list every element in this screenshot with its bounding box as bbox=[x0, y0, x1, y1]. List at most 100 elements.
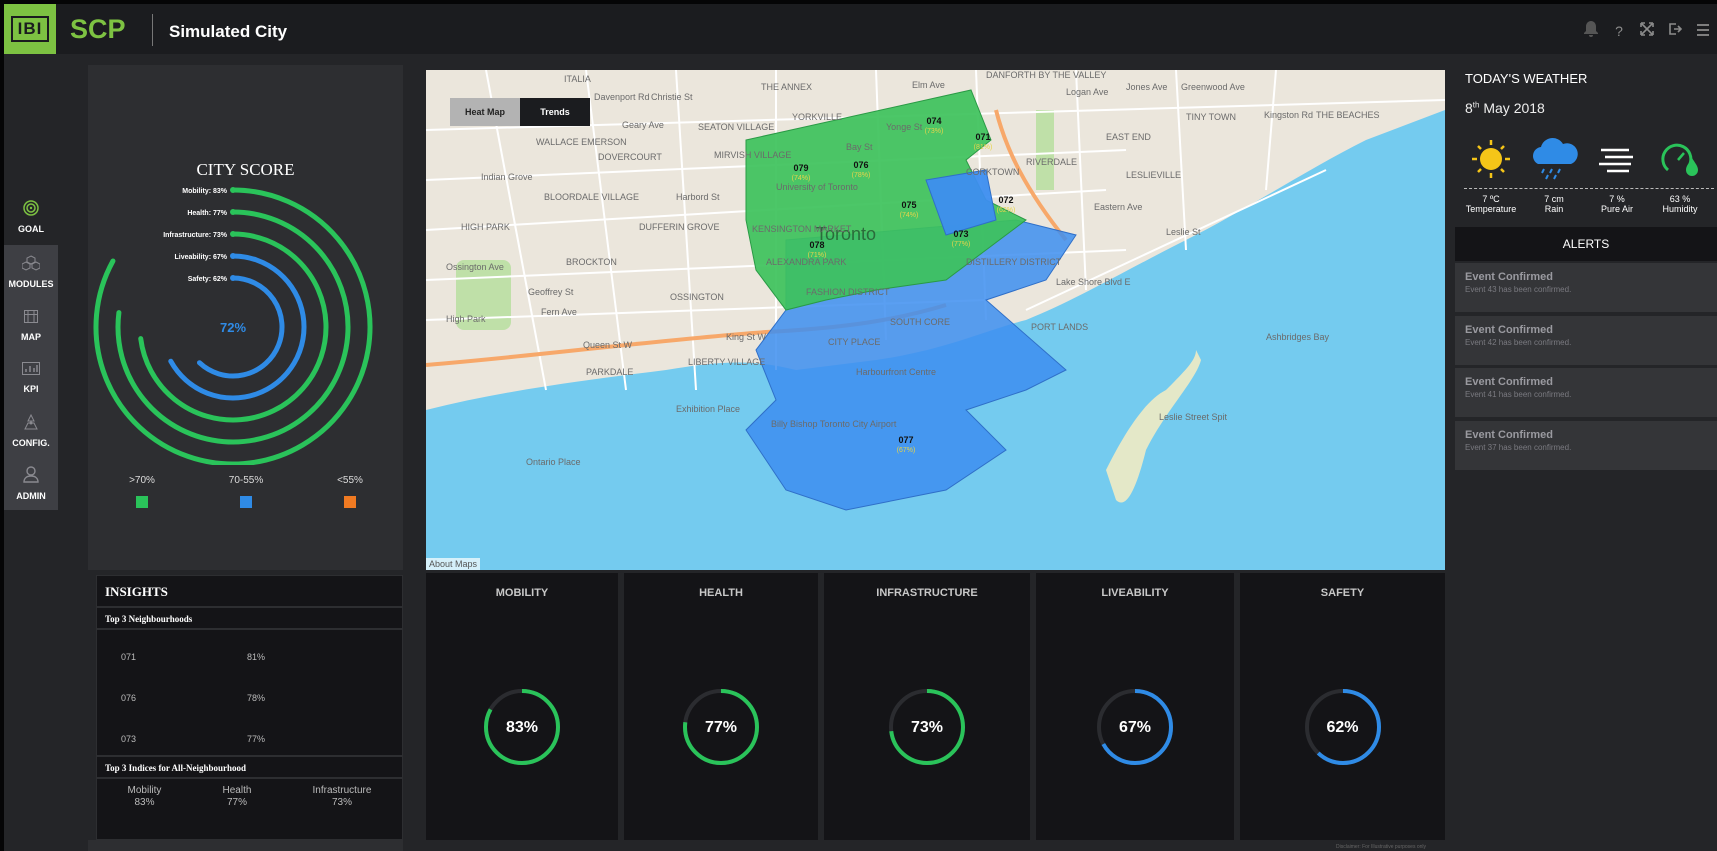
alert-item[interactable]: Event Confirmed Event 41 has been confir… bbox=[1455, 368, 1717, 417]
nav-modules[interactable]: MODULES bbox=[4, 245, 58, 298]
kpi-label: HEALTH bbox=[699, 587, 743, 599]
place-label: OSSINGTON bbox=[670, 292, 724, 302]
neighbourhood-id: 076 bbox=[121, 692, 137, 703]
trends-button[interactable]: Trends bbox=[520, 98, 590, 126]
kpi-card-safety[interactable]: SAFETY 62% bbox=[1240, 573, 1445, 840]
alert-item[interactable]: Event Confirmed Event 37 has been confir… bbox=[1455, 421, 1717, 470]
alert-title: Event Confirmed bbox=[1465, 324, 1554, 336]
city-map[interactable]: Toronto 074 (73%) 071 (81%) 079 (74%) 07… bbox=[426, 70, 1445, 570]
alert-desc: Event 42 has been confirmed. bbox=[1465, 338, 1572, 347]
heat-map-button[interactable]: Heat Map bbox=[450, 98, 520, 126]
index-value: 83% bbox=[134, 797, 155, 808]
place-label: Harbord St bbox=[676, 192, 720, 202]
menu-icon[interactable] bbox=[1689, 23, 1717, 39]
nav-label-kpi: KPI bbox=[23, 383, 39, 394]
district-label-079: 079 bbox=[793, 163, 808, 173]
legend-item-high: >70% bbox=[112, 475, 172, 508]
list-item[interactable]: 073 77% bbox=[97, 718, 402, 759]
kpi-label: LIVEABILITY bbox=[1101, 587, 1169, 599]
place-label: DANFORTH BY THE VALLEY bbox=[986, 70, 1106, 80]
score-ring-start-dot bbox=[230, 231, 236, 237]
kpi-card-mobility[interactable]: MOBILITY 83% bbox=[426, 573, 618, 840]
place-label: Jones Ave bbox=[1126, 82, 1167, 92]
place-label: Greenwood Ave bbox=[1181, 82, 1245, 92]
place-label: ITALIA bbox=[564, 74, 591, 84]
place-label: Indian Grove bbox=[481, 172, 533, 182]
logo-text: IBI bbox=[10, 16, 50, 42]
score-ring-start-dot bbox=[230, 275, 236, 281]
list-item[interactable]: 076 78% bbox=[97, 677, 402, 718]
kpi-label: MOBILITY bbox=[495, 587, 549, 599]
top-bar: IBI SCP Simulated City ? bbox=[4, 4, 1717, 54]
kpi-label: INFRASTRUCTURE bbox=[876, 587, 978, 599]
index-value: 77% bbox=[226, 797, 247, 808]
score-ring-start-dot bbox=[230, 187, 236, 193]
insights-panel: INSIGHTS Top 3 Neighbourhoods 071 81% 07… bbox=[96, 575, 403, 840]
alert-title: Event Confirmed bbox=[1465, 429, 1554, 441]
index-name: Mobility bbox=[127, 785, 162, 796]
place-label: RIVERDALE bbox=[1026, 157, 1077, 167]
place-label: Eastern Ave bbox=[1094, 202, 1142, 212]
city-score-panel: CITY SCORE Mobility: 83% Health: 77% Infra… bbox=[88, 65, 403, 570]
park-area bbox=[1036, 110, 1054, 190]
top-indices-list: Mobility 83% Health 77% Infrastructure 73% bbox=[97, 779, 402, 809]
kpi-card-infrastructure[interactable]: INFRASTRUCTURE 73% bbox=[824, 573, 1030, 840]
legend-label: 70-55% bbox=[228, 475, 264, 486]
district-pct-071: (81%) bbox=[974, 144, 993, 151]
place-label: ALEXANDRA PARK bbox=[766, 257, 846, 267]
alert-item[interactable]: Event Confirmed Event 42 has been confir… bbox=[1455, 316, 1717, 365]
legend-item-low: <55% bbox=[320, 475, 380, 508]
legend-label: <55% bbox=[337, 475, 363, 486]
humidity-icon bbox=[1661, 143, 1698, 176]
legend-swatch bbox=[240, 496, 252, 508]
kpi-card-liveability[interactable]: LIVEABILITY 67% bbox=[1036, 573, 1234, 840]
fullscreen-icon[interactable] bbox=[1633, 22, 1661, 39]
kpi-card-health[interactable]: HEALTH 77% bbox=[624, 573, 818, 840]
alert-item[interactable]: Event Confirmed Event 43 has been confir… bbox=[1455, 263, 1717, 312]
top-neighbourhoods-title: Top 3 Neighbourhoods bbox=[97, 608, 402, 630]
overall-score: 72% bbox=[220, 320, 246, 335]
config-icon bbox=[22, 413, 40, 435]
company-logo[interactable]: IBI bbox=[4, 4, 56, 54]
kpi-value: 73% bbox=[910, 719, 944, 736]
list-item[interactable]: 071 81% bbox=[97, 636, 402, 677]
target-icon bbox=[23, 200, 39, 221]
place-label: THE BEACHES bbox=[1316, 110, 1380, 120]
neighbourhood-score: 78% bbox=[247, 692, 266, 703]
district-label-074: 074 bbox=[926, 116, 941, 126]
map-icon bbox=[23, 308, 39, 329]
kpi-value: 83% bbox=[505, 719, 539, 736]
kpi-value: 67% bbox=[1118, 719, 1152, 736]
weather-rain: 7 cm Rain bbox=[1522, 134, 1586, 214]
place-label: BROCKTON bbox=[566, 257, 617, 267]
logout-icon[interactable] bbox=[1661, 22, 1689, 39]
wind-icon bbox=[1599, 148, 1633, 173]
place-label: Queen St W bbox=[583, 340, 633, 350]
neighbourhood-score: 81% bbox=[247, 651, 266, 662]
bell-icon[interactable] bbox=[1577, 20, 1605, 41]
modules-icon bbox=[21, 254, 41, 276]
weather-humidity: 63 % Humidity bbox=[1648, 134, 1712, 214]
place-label: DUFFERIN GROVE bbox=[639, 222, 720, 232]
about-maps-link[interactable]: About Maps bbox=[426, 558, 481, 570]
header-divider bbox=[152, 14, 153, 46]
nav-goal[interactable]: GOAL bbox=[4, 189, 58, 245]
weather-date: 8th May 2018 bbox=[1465, 100, 1545, 116]
district-label-076: 076 bbox=[853, 160, 868, 170]
map-view-toggle: Heat Map Trends bbox=[450, 98, 590, 126]
place-label: Elm Ave bbox=[912, 80, 945, 90]
map-canvas[interactable]: Toronto 074 (73%) 071 (81%) 079 (74%) 07… bbox=[426, 70, 1445, 570]
nav-admin[interactable]: ADMIN bbox=[4, 457, 58, 510]
place-label: YORKVILLE bbox=[792, 112, 842, 122]
nav-map[interactable]: MAP bbox=[4, 298, 58, 351]
district-pct-072: (62%) bbox=[997, 207, 1016, 214]
place-label: Ashbridges Bay bbox=[1266, 332, 1330, 342]
weather-pure-air: 7 % Pure Air bbox=[1585, 134, 1649, 214]
weather-title: TODAY'S WEATHER bbox=[1465, 71, 1588, 86]
rain-cloud-icon bbox=[1533, 138, 1578, 180]
help-icon[interactable]: ? bbox=[1605, 23, 1633, 39]
nav-config[interactable]: CONFIG. bbox=[4, 404, 58, 457]
nav-kpi[interactable]: KPI bbox=[4, 351, 58, 404]
weather-value: 63 % Humidity bbox=[1662, 194, 1698, 214]
nav-label-config: CONFIG. bbox=[12, 437, 50, 448]
